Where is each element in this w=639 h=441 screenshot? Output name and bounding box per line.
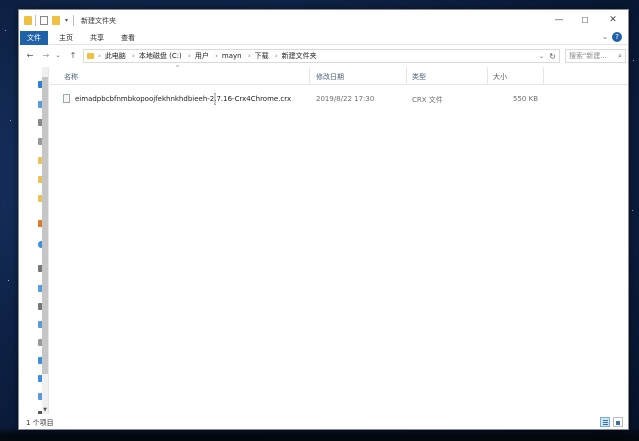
file-name: eimadpbcbfnmbkopoojfekhnkhdbieeh-2.7.16-… [75,95,292,103]
nav-scrollbar[interactable]: ▼ [42,67,48,414]
breadcrumb-item[interactable]: 此电脑 [105,52,126,60]
column-divider[interactable] [543,67,544,85]
navigation-pane: ▼ [19,67,49,414]
file-list: ^ 名称 修改日期 类型 大小 eimadpbcbfnmbkopoojfekhn… [50,65,628,414]
breadcrumb-item[interactable]: mayn [222,52,242,60]
properties-icon[interactable] [40,16,48,25]
large-icons-view-button[interactable] [613,417,623,427]
column-divider[interactable] [406,67,407,85]
search-input[interactable]: 搜索"新建... ⌕ [565,49,626,63]
ribbon-expand-icon[interactable]: ⌄ [602,33,608,41]
file-size: 550 KB [513,95,538,103]
explorer-window: ▾ 新建文件夹 — ☐ ✕ 文件 主页 共享 查看 ⌄ ? ← → ⌄ ↑ › 此… [18,9,629,430]
item-count: 1 个项目 [26,419,54,427]
file-icon [63,94,70,103]
address-bar-row: ← → ⌄ ↑ › 此电脑 › 本地磁盘 (C:) › 用户 › mayn › 下载 › 新… [19,46,628,66]
star [10,120,11,121]
nav-scrollbar-thumb[interactable] [42,77,48,374]
help-icon[interactable]: ? [612,32,622,42]
maximize-button[interactable]: ☐ [572,10,598,31]
chevron-down-icon[interactable]: ⌄ [539,51,544,62]
search-icon[interactable]: ⌕ [618,51,622,62]
column-type[interactable]: 类型 [412,72,426,82]
folder-icon [24,16,32,25]
breadcrumb-item[interactable]: 下载 [255,52,269,60]
back-button[interactable]: ← [24,50,36,62]
window-title: 新建文件夹 [81,17,116,25]
sort-up-icon: ^ [175,65,181,72]
column-size[interactable]: 大小 [493,72,507,82]
refresh-icon[interactable]: ↻ [549,51,556,62]
tab-home[interactable]: 主页 [57,31,75,45]
column-header-row: ^ 名称 修改日期 类型 大小 [50,65,628,85]
close-button[interactable]: ✕ [600,10,626,31]
star [8,280,9,281]
file-date: 2019/8/22 17:30 [316,95,375,103]
new-folder-icon[interactable] [52,16,60,25]
search-placeholder: 搜索"新建... [569,52,607,60]
column-divider[interactable] [309,67,310,85]
breadcrumb-item[interactable]: 新建文件夹 [282,52,317,60]
column-date[interactable]: 修改日期 [316,72,344,82]
star [633,60,634,61]
tab-share[interactable]: 共享 [88,31,106,45]
title-separator [73,15,74,26]
tab-view[interactable]: 查看 [119,31,137,45]
recent-locations-icon[interactable]: ⌄ [54,50,62,62]
star [632,210,633,211]
title-separator [35,15,36,26]
chevron-down-icon[interactable]: ▼ [42,406,48,414]
details-view-button[interactable] [600,417,610,427]
minimize-button[interactable]: — [546,10,572,31]
address-input[interactable]: › 此电脑 › 本地磁盘 (C:) › 用户 › mayn › 下载 › 新建文件夹 ⌄ ↻ [83,49,560,63]
breadcrumb-item[interactable]: 用户 [195,52,209,60]
file-type: CRX 文件 [412,96,443,104]
breadcrumb-item[interactable]: 本地磁盘 (C:) [139,52,182,60]
ribbon: 文件 主页 共享 查看 ⌄ ? [19,31,628,45]
tab-file[interactable]: 文件 [20,31,48,45]
forward-button[interactable]: → [40,50,52,62]
table-row[interactable]: eimadpbcbfnmbkopoojfekhnkhdbieeh-2.7.16-… [50,92,628,106]
folder-icon [87,53,94,59]
column-divider[interactable] [487,67,488,85]
status-bar: 1 个项目 [19,415,628,429]
chevron-down-icon[interactable]: ▾ [63,16,70,25]
breadcrumb: › 此电脑 › 本地磁盘 (C:) › 用户 › mayn › 下载 › 新建文件夹 [98,52,317,60]
star [5,30,6,31]
column-name[interactable]: 名称 [64,72,78,82]
up-button[interactable]: ↑ [67,50,79,62]
title-bar: ▾ 新建文件夹 — ☐ ✕ [19,10,628,31]
text-cursor-icon [214,93,216,105]
